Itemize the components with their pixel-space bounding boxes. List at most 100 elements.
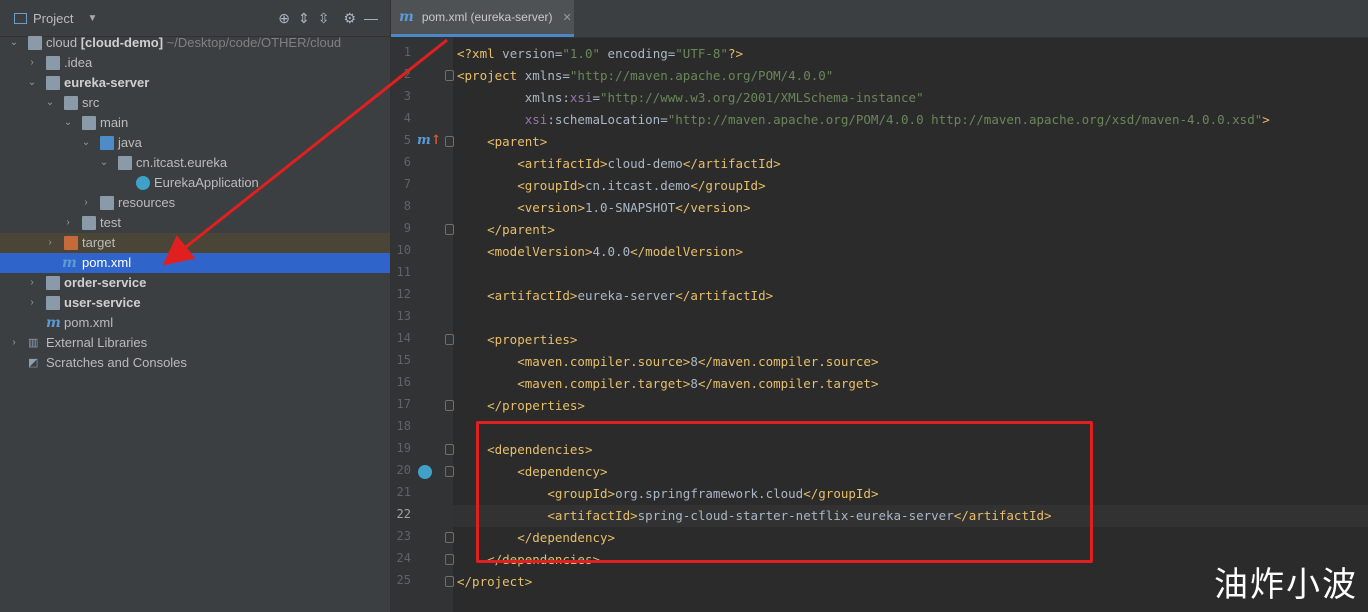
watermark: 油炸小波 <box>1214 565 1358 605</box>
spring-class-icon <box>136 176 150 190</box>
chevron-right-icon[interactable]: › <box>80 193 92 213</box>
close-icon[interactable]: ✕ <box>563 11 572 24</box>
chevron-right-icon[interactable]: › <box>8 333 20 353</box>
collapse-all-icon[interactable]: ⇳ <box>318 10 330 27</box>
module-folder-icon <box>46 76 60 90</box>
tree-item-eureka-application[interactable]: EurekaApplication <box>0 173 390 193</box>
chevron-right-icon[interactable]: › <box>44 233 56 253</box>
tree-item-label: EurekaApplication <box>154 175 259 190</box>
line-number: 4 <box>403 111 411 125</box>
resources-folder-icon <box>100 196 114 210</box>
folder-icon <box>82 216 96 230</box>
tab-pom-xml[interactable]: m pom.xml (eureka-server) ✕ <box>391 0 574 37</box>
code-line[interactable]: <modelVersion>4.0.0</modelVersion> <box>453 241 743 263</box>
code-line[interactable]: <version>1.0-SNAPSHOT</version> <box>453 197 750 219</box>
annotation-highlight-box <box>476 421 1093 563</box>
chevron-down-icon[interactable]: ⌄ <box>80 133 92 153</box>
tree-item-package[interactable]: ⌄ cn.itcast.eureka <box>0 153 390 173</box>
code-line[interactable]: xmlns:xsi="http://www.w3.org/2001/XMLSch… <box>453 87 924 109</box>
tree-item-label: pom.xml <box>82 255 132 270</box>
line-number: 15 <box>396 353 411 367</box>
code-line[interactable]: <properties> <box>453 329 577 351</box>
chevron-right-icon[interactable]: › <box>26 53 38 73</box>
module-folder-icon <box>28 36 42 50</box>
tree-item-external-libraries[interactable]: › ▥ External Libraries <box>0 333 390 353</box>
code-line[interactable]: </properties> <box>453 395 585 417</box>
project-view-selector[interactable]: Project <box>33 11 73 26</box>
chevron-down-icon[interactable]: ⌄ <box>62 113 74 133</box>
tree-item-label: eureka-server <box>64 75 150 90</box>
tree-item-label: Scratches and Consoles <box>46 355 187 370</box>
maven-parent-gutter-icon[interactable]: m↑ <box>417 133 442 148</box>
tree-item-pom-xml-eureka[interactable]: m pom.xml <box>0 253 390 273</box>
line-number: 6 <box>403 155 411 169</box>
line-number: 12 <box>396 287 411 301</box>
chevron-down-icon[interactable]: ⌄ <box>26 73 38 93</box>
line-number: 10 <box>396 243 411 257</box>
locate-icon[interactable]: ⊕ <box>278 10 290 27</box>
line-number: 8 <box>403 199 411 213</box>
code-line[interactable]: xsi:schemaLocation="http://maven.apache.… <box>453 109 1270 131</box>
minimize-icon[interactable]: — <box>364 10 378 26</box>
tree-item-path: ~/Desktop/code/OTHER/cloud <box>166 35 342 50</box>
chevron-down-icon[interactable]: ⌄ <box>44 93 56 113</box>
line-number: 20 <box>396 463 411 477</box>
code-line[interactable]: <project xmlns="http://maven.apache.org/… <box>453 65 833 87</box>
line-number: 3 <box>403 89 411 103</box>
tree-item-cloud[interactable]: ⌄ cloud [cloud-demo] ~/Desktop/code/OTHE… <box>0 33 390 53</box>
tree-item-target[interactable]: › target <box>0 233 390 253</box>
gear-icon[interactable]: ⚙ <box>343 10 356 27</box>
tree-item-label: target <box>82 235 116 250</box>
package-icon <box>118 156 132 170</box>
chevron-right-icon[interactable]: › <box>26 293 38 313</box>
tree-item-scratches[interactable]: ◩ Scratches and Consoles <box>0 353 390 373</box>
folder-icon <box>82 116 96 130</box>
code-line[interactable] <box>453 263 457 285</box>
code-line[interactable]: <parent> <box>453 131 547 153</box>
code-line[interactable]: <maven.compiler.source>8</maven.compiler… <box>453 351 878 373</box>
line-number: 7 <box>403 177 411 191</box>
chevron-right-icon[interactable]: › <box>26 273 38 293</box>
tree-item-label: user-service <box>64 295 141 310</box>
tree-item-resources[interactable]: › resources <box>0 193 390 213</box>
code-line[interactable] <box>453 307 457 329</box>
tree-item-eureka-server[interactable]: ⌄ eureka-server <box>0 73 390 93</box>
chevron-right-icon[interactable]: › <box>62 213 74 233</box>
tree-item-pom-xml-root[interactable]: m pom.xml <box>0 313 390 333</box>
code-line[interactable]: <groupId>cn.itcast.demo</groupId> <box>453 175 765 197</box>
code-line[interactable]: <maven.compiler.target>8</maven.compiler… <box>453 373 878 395</box>
module-folder-icon <box>46 296 60 310</box>
code-line[interactable]: <artifactId>eureka-server</artifactId> <box>453 285 773 307</box>
expand-all-icon[interactable]: ⇕ <box>298 10 310 27</box>
code-line[interactable]: </project> <box>453 571 532 593</box>
spring-gutter-icon[interactable] <box>418 465 432 479</box>
line-number: 14 <box>396 331 411 345</box>
tree-item-main[interactable]: ⌄ main <box>0 113 390 133</box>
code-line[interactable]: </parent> <box>453 219 555 241</box>
tree-item-order-service[interactable]: › order-service <box>0 273 390 293</box>
tree-item-label: cn.itcast.eureka <box>136 155 228 170</box>
tree-item-src[interactable]: ⌄ src <box>0 93 390 113</box>
maven-icon: m <box>46 315 61 331</box>
excluded-folder-icon <box>64 236 78 250</box>
tree-item-java[interactable]: ⌄ java <box>0 133 390 153</box>
line-number: 11 <box>396 265 411 279</box>
tree-item-idea[interactable]: › .idea <box>0 53 390 73</box>
line-number: 9 <box>403 221 411 235</box>
chevron-down-icon[interactable]: ⌄ <box>8 33 20 53</box>
code-line[interactable]: <?xml version="1.0" encoding="UTF-8"?> <box>453 43 743 65</box>
tree-item-label: src <box>82 95 100 110</box>
line-number: 1 <box>403 45 411 59</box>
chevron-down-icon[interactable]: ▼ <box>87 13 97 24</box>
code-line[interactable] <box>453 417 457 439</box>
line-number: 19 <box>396 441 411 455</box>
scratches-icon: ◩ <box>28 357 39 369</box>
chevron-down-icon[interactable]: ⌄ <box>98 153 110 173</box>
tree-item-user-service[interactable]: › user-service <box>0 293 390 313</box>
code-line[interactable]: <artifactId>cloud-demo</artifactId> <box>453 153 780 175</box>
tree-item-label: order-service <box>64 275 147 290</box>
tree-item-label: test <box>100 215 121 230</box>
tree-item-test[interactable]: › test <box>0 213 390 233</box>
tree-item-label: java <box>118 135 142 150</box>
libraries-icon: ▥ <box>28 337 39 349</box>
